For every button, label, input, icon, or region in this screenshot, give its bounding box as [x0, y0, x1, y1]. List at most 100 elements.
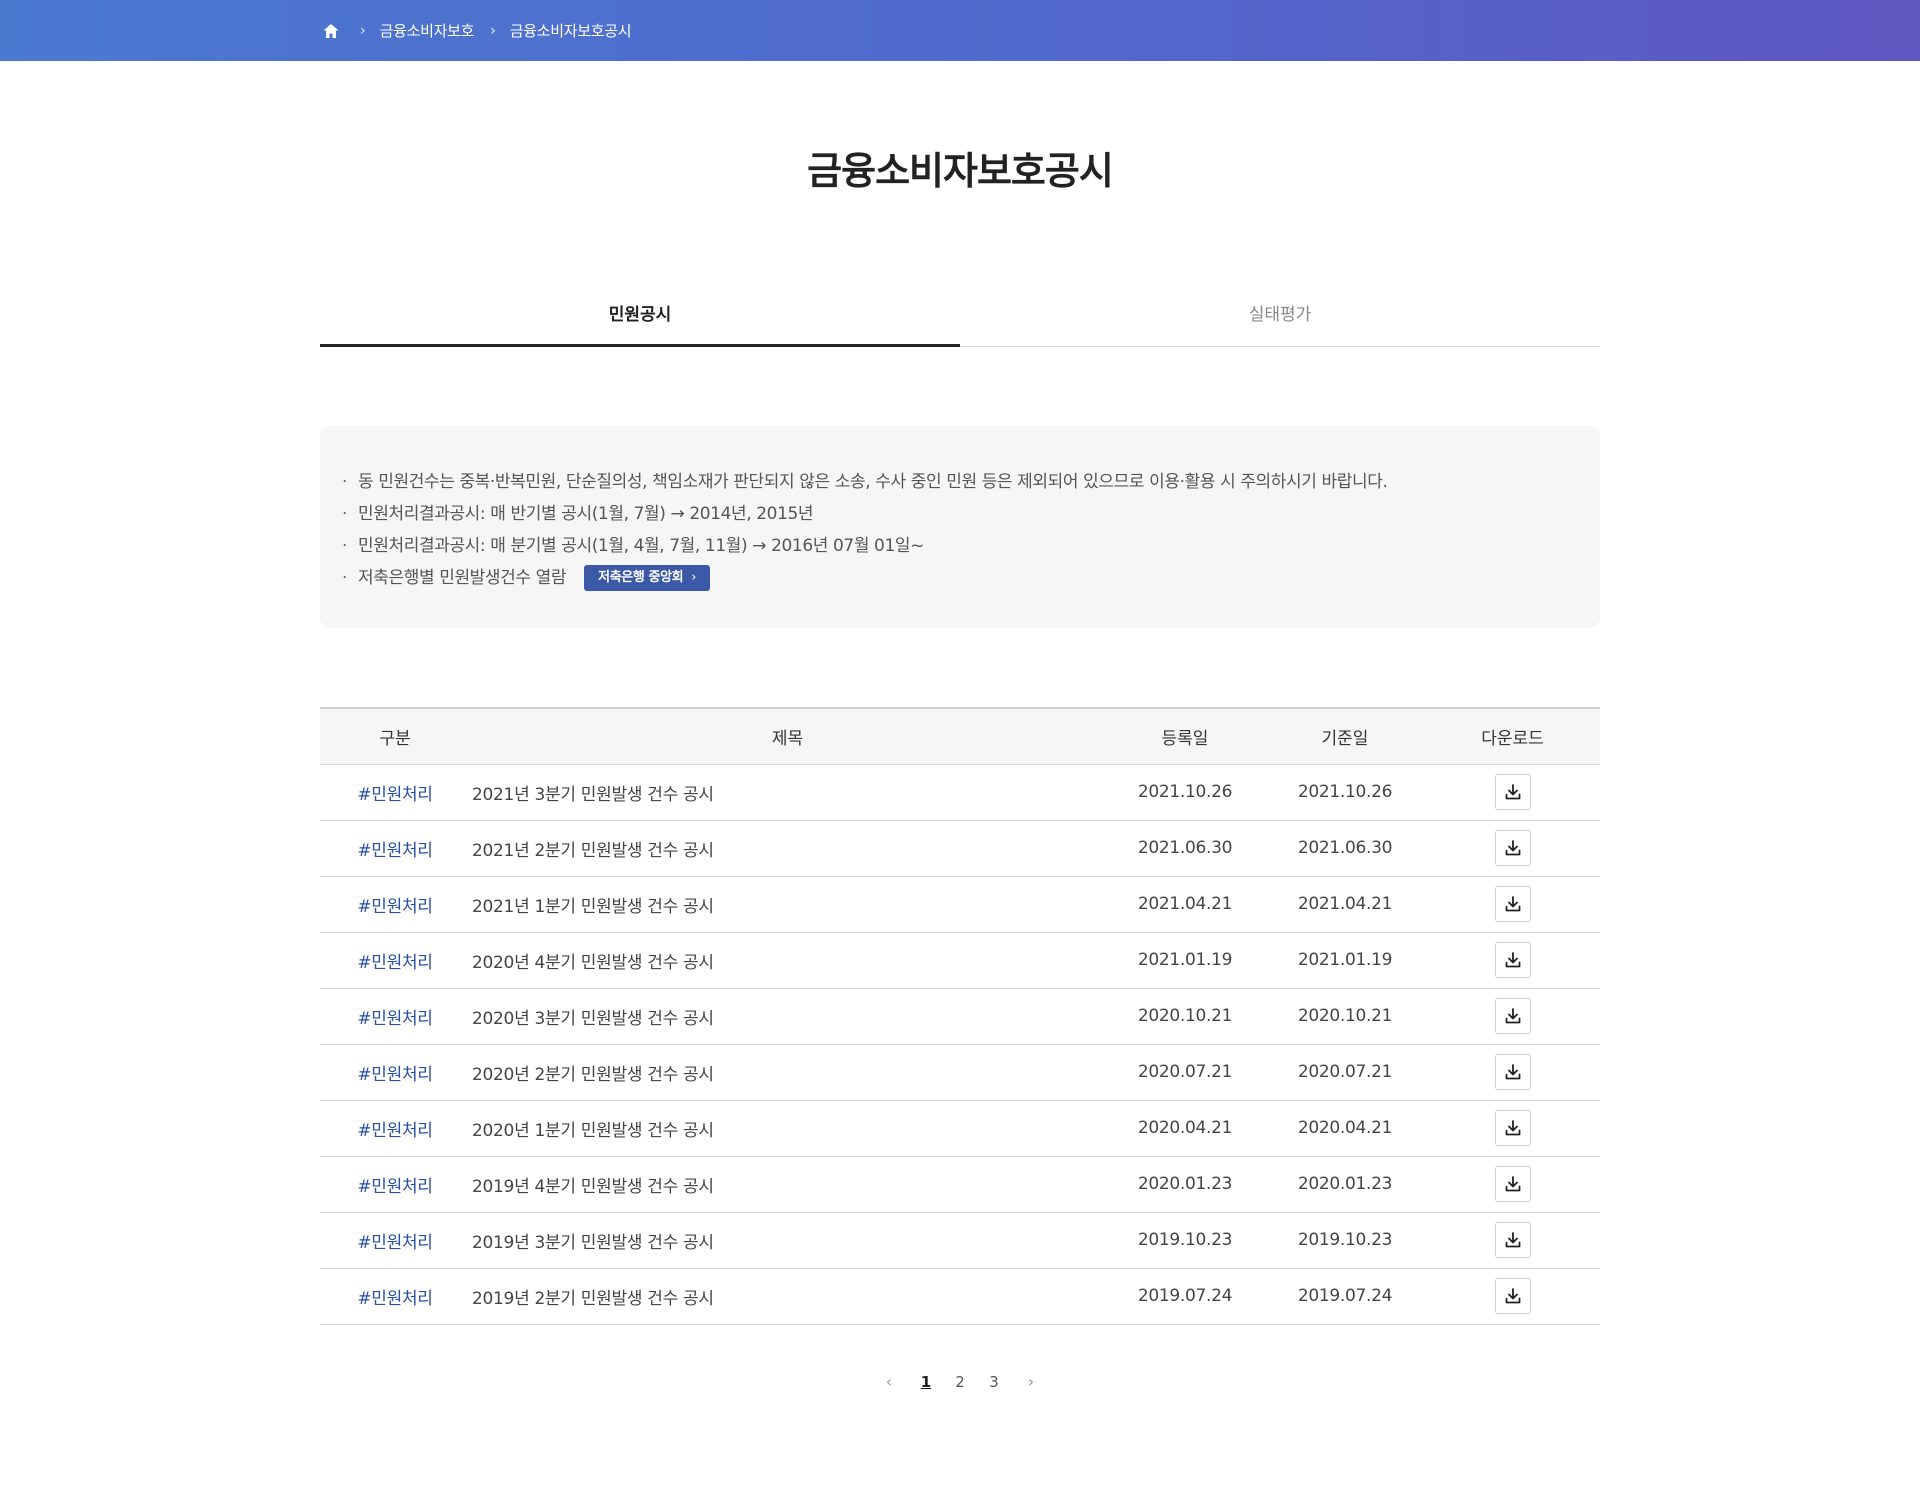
chevron-right-icon: ›: [490, 22, 496, 39]
download-icon[interactable]: [1494, 886, 1531, 922]
row-category[interactable]: #민원처리: [320, 1268, 470, 1325]
download-icon[interactable]: [1494, 942, 1531, 978]
table-row: #민원처리 2020년 1분기 민원발생 건수 공시 2020.04.21 2020.…: [320, 1100, 1600, 1157]
row-base-date: 2021.10.26: [1265, 764, 1425, 821]
download-icon[interactable]: [1494, 774, 1531, 810]
header-base-date: 기준일: [1321, 728, 1369, 749]
row-category[interactable]: #민원처리: [320, 1156, 470, 1213]
row-download: [1425, 820, 1600, 877]
row-registered-date: 2020.04.21: [1105, 1100, 1265, 1157]
row-category[interactable]: #민원처리: [320, 1100, 470, 1157]
row-base-date: 2020.01.23: [1265, 1156, 1425, 1213]
table-row: #민원처리 2020년 2분기 민원발생 건수 공시 2020.07.21 2020.…: [320, 1044, 1600, 1101]
row-title[interactable]: 2021년 2분기 민원발생 건수 공시: [470, 820, 1105, 877]
notice-box: · 동 민원건수는 중복·반복민원, 단순질의성, 책임소재가 판단되지 않은 소…: [320, 426, 1600, 628]
table-row: #민원처리 2019년 4분기 민원발생 건수 공시 2020.01.23 2020.…: [320, 1156, 1600, 1213]
prev-page-icon[interactable]: ‹: [869, 1372, 909, 1391]
tab-bar: 민원공시 실태평가: [320, 290, 1600, 347]
row-category[interactable]: #민원처리: [320, 988, 470, 1045]
header-title: 제목: [771, 728, 804, 749]
table-row: #민원처리 2020년 3분기 민원발생 건수 공시 2020.10.21 2020.…: [320, 988, 1600, 1045]
row-registered-date: 2020.07.21: [1105, 1044, 1265, 1101]
page-number[interactable]: 2: [943, 1373, 977, 1391]
breadcrumb-item[interactable]: 금융소비자보호: [380, 20, 475, 41]
row-title[interactable]: 2021년 3분기 민원발생 건수 공시: [470, 764, 1105, 821]
header-download: 다운로드: [1481, 728, 1544, 749]
notice-item: · 동 민원건수는 중복·반복민원, 단순질의성, 책임소재가 판단되지 않은 소…: [342, 472, 1388, 492]
row-registered-date: 2019.10.23: [1105, 1212, 1265, 1269]
row-title[interactable]: 2019년 4분기 민원발생 건수 공시: [470, 1156, 1105, 1213]
row-download: [1425, 1268, 1600, 1325]
row-category[interactable]: #민원처리: [320, 876, 470, 933]
row-registered-date: 2021.10.26: [1105, 764, 1265, 821]
row-title[interactable]: 2019년 2분기 민원발생 건수 공시: [470, 1268, 1105, 1325]
row-download: [1425, 1044, 1600, 1101]
row-base-date: 2019.07.24: [1265, 1268, 1425, 1325]
tab-status-evaluation[interactable]: 실태평가: [960, 290, 1600, 346]
row-title[interactable]: 2021년 1분기 민원발생 건수 공시: [470, 876, 1105, 933]
row-registered-date: 2019.07.24: [1105, 1268, 1265, 1325]
row-download: [1425, 1100, 1600, 1157]
row-download: [1425, 1156, 1600, 1213]
row-registered-date: 2021.04.21: [1105, 876, 1265, 933]
row-base-date: 2020.10.21: [1265, 988, 1425, 1045]
row-category[interactable]: #민원처리: [320, 1044, 470, 1101]
table-header-row: 구분 제목 등록일 기준일 다운로드: [320, 708, 1600, 764]
page-title: 금융소비자보호공시: [807, 149, 1114, 193]
table-row: #민원처리 2021년 3분기 민원발생 건수 공시 2021.10.26 2021.…: [320, 764, 1600, 821]
savings-bank-association-button[interactable]: 저축은행 중앙회 ›: [584, 565, 710, 591]
download-icon[interactable]: [1494, 1054, 1531, 1090]
table-row: #민원처리 2021년 1분기 민원발생 건수 공시 2021.04.21 2021.…: [320, 876, 1600, 933]
download-icon[interactable]: [1494, 1166, 1531, 1202]
tab-complaint-disclosure[interactable]: 민원공시: [320, 290, 960, 347]
row-title[interactable]: 2020년 3분기 민원발생 건수 공시: [470, 988, 1105, 1045]
row-base-date: 2021.06.30: [1265, 820, 1425, 877]
row-download: [1425, 1212, 1600, 1269]
breadcrumb-item-current[interactable]: 금융소비자보호공시: [510, 20, 632, 41]
table-row: #민원처리 2019년 3분기 민원발생 건수 공시 2019.10.23 2019.…: [320, 1212, 1600, 1269]
row-registered-date: 2020.10.21: [1105, 988, 1265, 1045]
table-row: #민원처리 2021년 2분기 민원발생 건수 공시 2021.06.30 2021.…: [320, 820, 1600, 877]
breadcrumb: › 금융소비자보호 › 금융소비자보호공시: [322, 0, 647, 61]
row-download: [1425, 988, 1600, 1045]
download-icon[interactable]: [1494, 1110, 1531, 1146]
pagination: ‹ 1 2 3 ›: [0, 1372, 1920, 1391]
row-registered-date: 2020.01.23: [1105, 1156, 1265, 1213]
download-icon[interactable]: [1494, 1278, 1531, 1314]
row-registered-date: 2021.06.30: [1105, 820, 1265, 877]
row-category[interactable]: #민원처리: [320, 764, 470, 821]
row-download: [1425, 876, 1600, 933]
header-category: 구분: [379, 728, 411, 749]
row-base-date: 2019.10.23: [1265, 1212, 1425, 1269]
row-base-date: 2020.07.21: [1265, 1044, 1425, 1101]
download-icon[interactable]: [1494, 1222, 1531, 1258]
row-title[interactable]: 2019년 3분기 민원발생 건수 공시: [470, 1212, 1105, 1269]
notice-item: · 저축은행별 민원발생건수 열람 저축은행 중앙회 ›: [342, 562, 1576, 594]
table-row: #민원처리 2020년 4분기 민원발생 건수 공시 2021.01.19 2021.…: [320, 932, 1600, 989]
notice-item: · 민원처리결과공시: 매 분기별 공시(1월, 4월, 7월, 11월) → 2…: [342, 536, 924, 556]
row-base-date: 2021.04.21: [1265, 876, 1425, 933]
row-title[interactable]: 2020년 4분기 민원발생 건수 공시: [470, 932, 1105, 989]
row-category[interactable]: #민원처리: [320, 1212, 470, 1269]
notice-item: · 민원처리결과공시: 매 반기별 공시(1월, 7월) → 2014년, 201…: [342, 504, 814, 524]
page-number[interactable]: 1: [909, 1373, 943, 1391]
top-breadcrumb-bar: › 금융소비자보호 › 금융소비자보호공시: [0, 0, 1920, 61]
row-download: [1425, 932, 1600, 989]
row-title[interactable]: 2020년 1분기 민원발생 건수 공시: [470, 1100, 1105, 1157]
table-row: #민원처리 2019년 2분기 민원발생 건수 공시 2019.07.24 2019.…: [320, 1268, 1600, 1325]
home-icon[interactable]: [322, 22, 340, 40]
chevron-right-icon: ›: [360, 22, 366, 39]
row-base-date: 2021.01.19: [1265, 932, 1425, 989]
row-base-date: 2020.04.21: [1265, 1100, 1425, 1157]
disclosure-table: 구분 제목 등록일 기준일 다운로드 #민원처리 2021년 3분기 민원발생 건…: [320, 707, 1600, 1325]
row-download: [1425, 764, 1600, 821]
row-registered-date: 2021.01.19: [1105, 932, 1265, 989]
download-icon[interactable]: [1494, 998, 1531, 1034]
chevron-right-icon: ›: [691, 570, 696, 585]
download-icon[interactable]: [1494, 830, 1531, 866]
row-category[interactable]: #민원처리: [320, 820, 470, 877]
row-category[interactable]: #민원처리: [320, 932, 470, 989]
row-title[interactable]: 2020년 2분기 민원발생 건수 공시: [470, 1044, 1105, 1101]
next-page-icon[interactable]: ›: [1011, 1372, 1051, 1391]
page-number[interactable]: 3: [977, 1373, 1011, 1391]
